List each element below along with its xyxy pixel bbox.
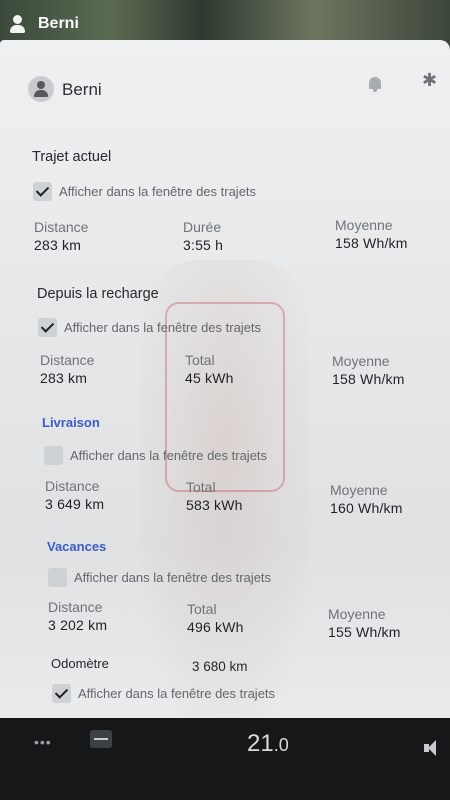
odometer-value: 3 680 km <box>192 659 248 674</box>
section-title-current-trip: Trajet actuel <box>32 149 112 165</box>
avatar-icon[interactable] <box>28 76 54 102</box>
checkbox-checked-icon[interactable] <box>33 182 52 201</box>
stat-label: Total <box>185 352 215 368</box>
stat-average: Moyenne 158 Wh/km <box>335 217 408 251</box>
profile-name[interactable]: Berni <box>62 80 102 100</box>
stat-average: Moyenne 155 Wh/km <box>328 606 401 640</box>
stat-label: Moyenne <box>332 353 390 369</box>
section-title-since-charge: Depuis la recharge <box>37 286 159 302</box>
checkbox-label: Afficher dans la fenêtre des trajets <box>74 570 272 585</box>
checkbox-label: Afficher dans la fenêtre des trajets <box>64 320 262 335</box>
topbar-user-name[interactable]: Berni <box>38 15 79 33</box>
stat-average: Moyenne 158 Wh/km <box>332 353 405 387</box>
checkbox-label: Afficher dans la fenêtre des trajets <box>78 686 276 701</box>
trips-panel: Berni ✱ Trajet actuel Afficher dans la f… <box>0 40 450 718</box>
stat-value: 3 202 km <box>48 617 108 633</box>
stat-distance: Distance 3 649 km <box>45 478 104 512</box>
stat-label: Moyenne <box>330 482 388 498</box>
bottom-dock <box>0 718 450 800</box>
stat-duration: Durée 3:55 h <box>183 219 223 253</box>
stat-label: Moyenne <box>335 217 393 233</box>
stat-label: Total <box>186 479 216 495</box>
stat-distance: Distance 3 202 km <box>48 599 107 633</box>
checkbox-show-current-trip[interactable]: Afficher dans la fenêtre des trajets <box>33 182 256 201</box>
section-title-delivery: Livraison <box>42 415 100 430</box>
checkbox-show-since-charge[interactable]: Afficher dans la fenêtre des trajets <box>38 318 261 337</box>
stat-value: 283 km <box>34 237 82 253</box>
volume-icon[interactable] <box>424 740 440 756</box>
checkbox-unchecked-icon[interactable] <box>44 446 63 465</box>
stat-value: 496 kWh <box>187 619 244 635</box>
stat-distance: Distance 283 km <box>40 352 94 386</box>
stat-distance: Distance 283 km <box>34 219 88 253</box>
stat-value: 155 Wh/km <box>328 624 401 640</box>
stat-value: 160 Wh/km <box>330 500 403 516</box>
section-title-holidays: Vacances <box>47 539 107 554</box>
stat-label: Distance <box>34 219 89 235</box>
checkbox-checked-icon[interactable] <box>52 684 71 703</box>
temperature-main: 21 <box>247 730 274 757</box>
temperature-decimal: .0 <box>273 735 289 755</box>
stat-total: Total 45 kWh <box>185 352 234 386</box>
stat-value: 3 649 km <box>45 496 105 512</box>
stat-label: Total <box>187 601 217 617</box>
stat-label: Distance <box>45 478 100 494</box>
more-dots-icon[interactable]: ••• <box>34 734 52 750</box>
stat-value: 45 kWh <box>185 370 234 386</box>
stat-average: Moyenne 160 Wh/km <box>330 482 403 516</box>
temperature-display[interactable]: 21.0 <box>247 730 289 758</box>
stat-label: Distance <box>40 352 95 368</box>
stat-label: Distance <box>48 599 103 615</box>
checkbox-show-odometer[interactable]: Afficher dans la fenêtre des trajets <box>52 684 275 703</box>
checkbox-unchecked-icon[interactable] <box>48 568 67 587</box>
checkbox-show-delivery[interactable]: Afficher dans la fenêtre des trajets <box>44 446 267 465</box>
checkbox-checked-icon[interactable] <box>38 318 57 337</box>
checkbox-show-holidays[interactable]: Afficher dans la fenêtre des trajets <box>48 568 271 587</box>
stat-total: Total 583 kWh <box>186 479 243 513</box>
stat-label: Durée <box>183 219 222 235</box>
odometer-label: Odomètre <box>51 656 109 671</box>
bluetooth-icon[interactable]: ✱ <box>422 70 437 91</box>
climate-icon[interactable] <box>90 730 112 748</box>
stat-value: 3:55 h <box>183 237 224 253</box>
stat-value: 158 Wh/km <box>332 371 405 387</box>
stat-value: 158 Wh/km <box>335 235 408 251</box>
checkbox-label: Afficher dans la fenêtre des trajets <box>59 184 257 199</box>
stat-value: 283 km <box>40 370 88 386</box>
checkbox-label: Afficher dans la fenêtre des trajets <box>70 448 268 463</box>
stat-value: 583 kWh <box>186 497 243 513</box>
stat-total: Total 496 kWh <box>187 601 244 635</box>
bell-icon[interactable] <box>368 76 382 92</box>
user-icon[interactable] <box>8 14 28 34</box>
stat-label: Moyenne <box>328 606 386 622</box>
